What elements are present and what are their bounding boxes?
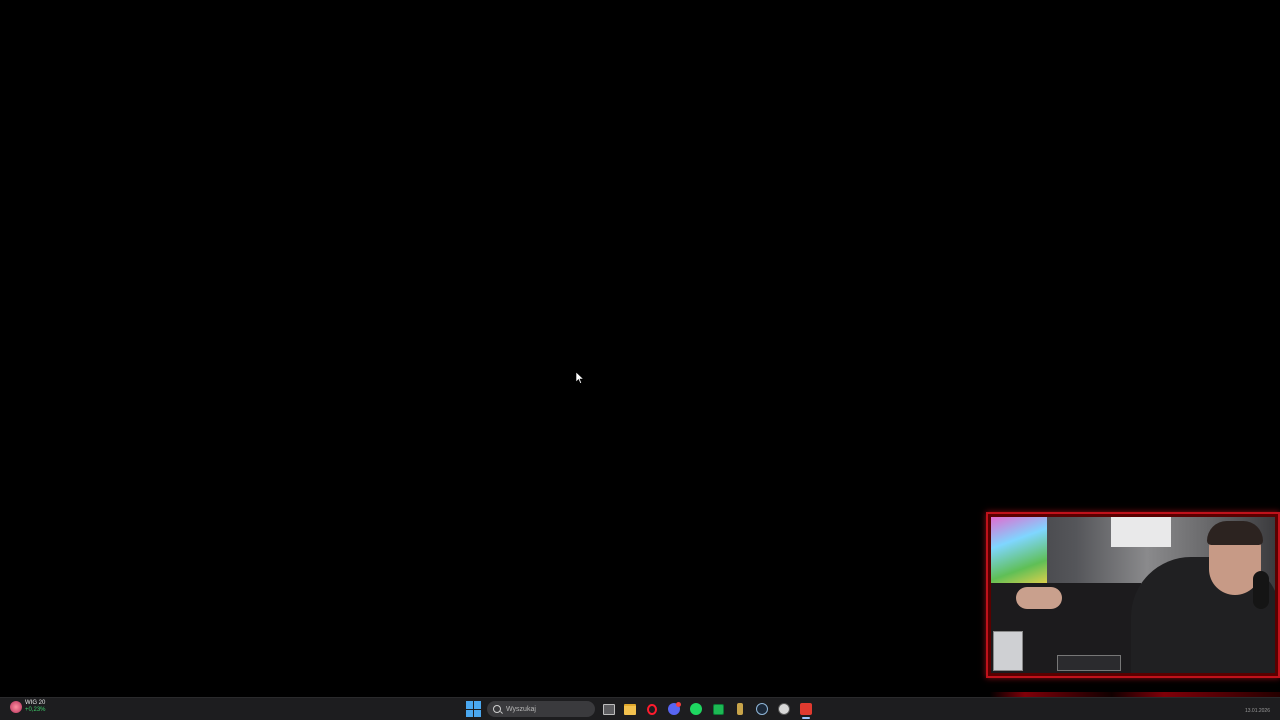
search-icon bbox=[493, 705, 501, 713]
steam-icon[interactable] bbox=[754, 701, 770, 717]
room-window bbox=[1111, 517, 1171, 547]
webcam-video bbox=[991, 517, 1275, 673]
taskbar: WIG 20 +0,23% Wyszukaj 13.01.2026 bbox=[0, 697, 1280, 720]
streamer-hair bbox=[1207, 521, 1263, 545]
game-launcher-icon[interactable] bbox=[732, 701, 748, 717]
start-icon[interactable] bbox=[466, 701, 482, 717]
discord-icon[interactable] bbox=[666, 701, 682, 717]
stock-widget-title: WIG 20 bbox=[25, 700, 46, 706]
mouse-cursor-icon bbox=[576, 372, 584, 384]
stock-widget[interactable]: WIG 20 +0,23% bbox=[10, 700, 46, 714]
file-explorer-icon[interactable] bbox=[622, 701, 638, 717]
opera-gx-icon[interactable] bbox=[644, 701, 660, 717]
green-app-icon[interactable] bbox=[710, 701, 726, 717]
spotify-icon[interactable] bbox=[688, 701, 704, 717]
hand-on-mouse bbox=[1016, 587, 1062, 609]
active-app-indicator bbox=[802, 717, 810, 719]
headset bbox=[1253, 571, 1269, 609]
system-clock-date[interactable]: 13.01.2026 bbox=[1245, 708, 1270, 714]
task-view-icon[interactable] bbox=[601, 701, 617, 717]
keyboard bbox=[993, 631, 1023, 671]
wall-poster bbox=[991, 517, 1047, 587]
stock-widget-icon bbox=[10, 701, 22, 713]
keyboard-rgb bbox=[1057, 655, 1121, 671]
search-input[interactable]: Wyszukaj bbox=[487, 701, 595, 717]
search-placeholder: Wyszukaj bbox=[506, 705, 536, 713]
obs-icon[interactable] bbox=[776, 701, 792, 717]
stock-widget-change: +0,23% bbox=[25, 707, 46, 713]
red-app-icon[interactable] bbox=[798, 701, 814, 717]
webcam-overlay bbox=[986, 512, 1280, 678]
